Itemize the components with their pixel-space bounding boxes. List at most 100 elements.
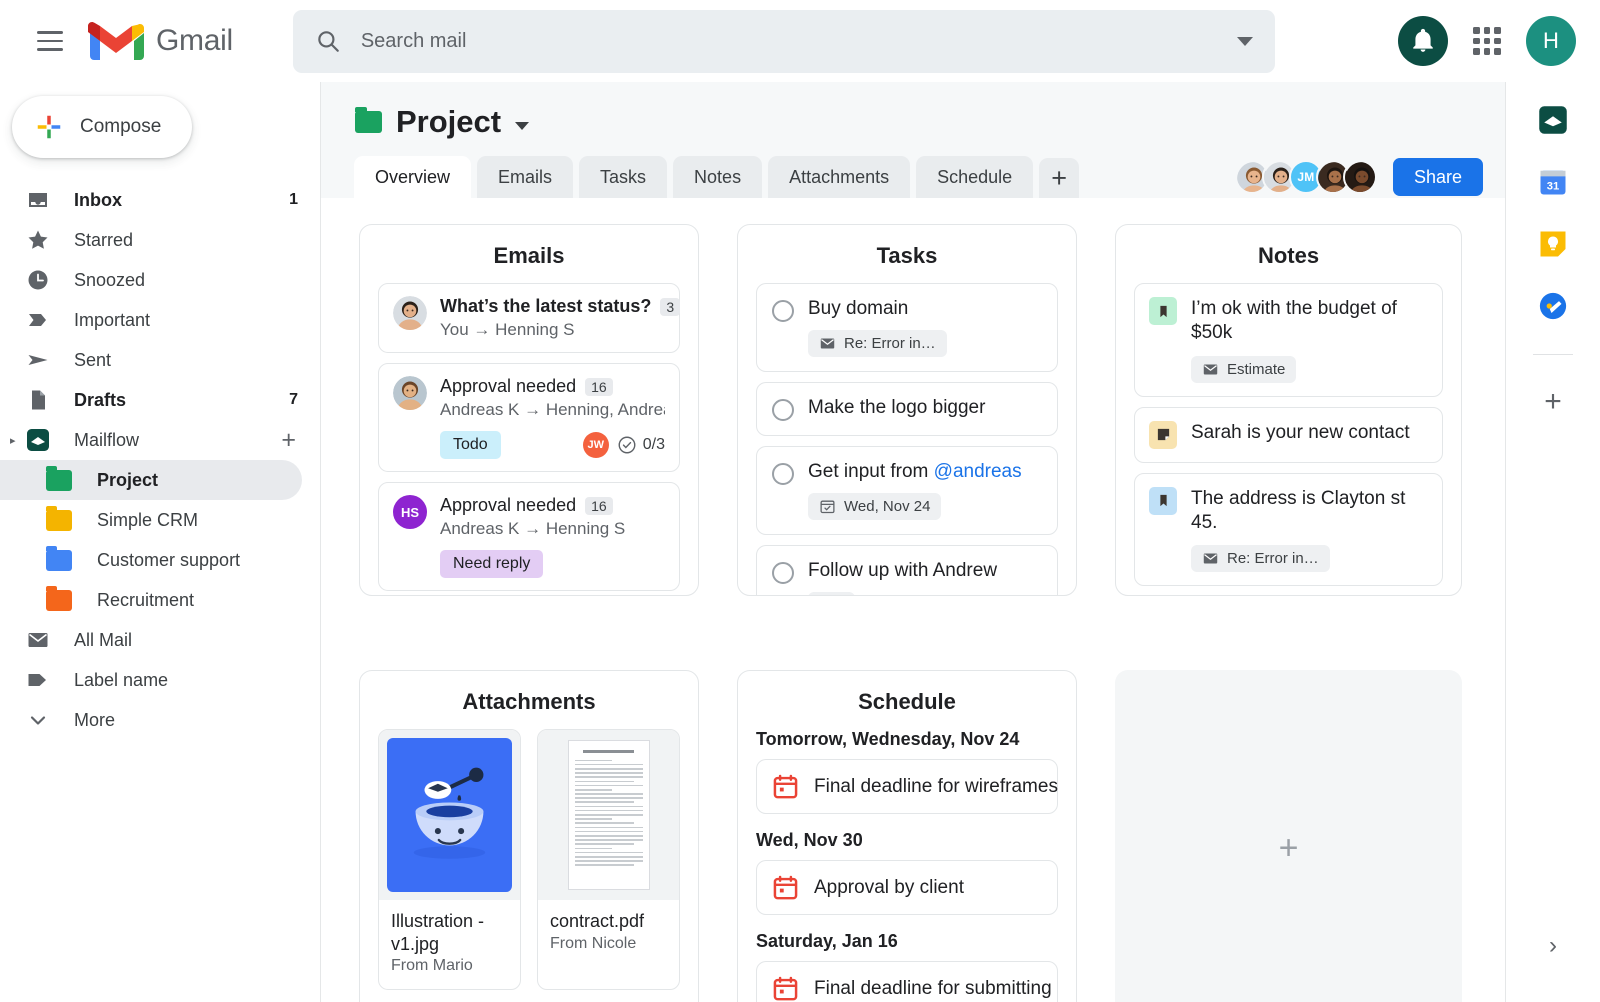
emails-card: Emails What’s the latest status? 3 You → H… [359, 224, 699, 596]
sidebar-item-project[interactable]: Project [0, 460, 302, 500]
sidebar-item-label-name[interactable]: Label name [0, 660, 302, 700]
task-checkbox[interactable] [772, 300, 794, 322]
account-avatar[interactable]: H [1526, 16, 1576, 66]
assignee-avatar[interactable]: JW [582, 432, 609, 458]
sidebar-item-sent[interactable]: Sent [0, 340, 302, 380]
task-chip[interactable] [808, 592, 855, 595]
expand-triangle-icon[interactable]: ▸ [10, 434, 22, 447]
email-list-item[interactable]: Approval needed 16 Andreas K → Henning, An… [378, 363, 680, 472]
tab-schedule[interactable]: Schedule [916, 156, 1034, 198]
add-card-placeholder[interactable]: + [1115, 670, 1462, 1002]
note-body: The address is Clayton st 45. Re: Error i… [1191, 487, 1428, 573]
tasks-card-title: Tasks [876, 243, 938, 268]
compose-button[interactable]: Compose [12, 96, 192, 158]
attachment-card[interactable]: contract.pdf From Nicole [537, 729, 680, 990]
task-checkbox[interactable] [772, 562, 794, 584]
project-chevron-down-icon[interactable] [515, 122, 530, 130]
google-calendar-icon[interactable]: 31 [1537, 166, 1569, 198]
envelope-icon [1203, 553, 1218, 564]
sidebar-item-more[interactable]: More [0, 700, 302, 740]
add-app-button[interactable]: + [1544, 387, 1562, 417]
envelope-icon [820, 338, 835, 349]
sidebar-item-inbox[interactable]: Inbox 1 [0, 180, 302, 220]
task-checkbox[interactable] [772, 463, 794, 485]
sidebar-item-label: Mailflow [74, 429, 140, 450]
doc-text-line [574, 864, 635, 866]
mailflow-app-icon[interactable] [1537, 104, 1569, 136]
task-list-item[interactable]: Get input from @andreas Wed, Nov 24 [756, 446, 1058, 535]
right-side-panel: 31 + › [1505, 82, 1600, 1002]
sidebar-item-mailflow[interactable]: ▸ Mailflow + [0, 420, 302, 460]
apps-grid-icon[interactable] [1470, 24, 1504, 58]
sidebar-item-all-mail[interactable]: All Mail [0, 620, 302, 660]
sidebar-item-drafts[interactable]: Drafts 7 [0, 380, 302, 420]
tab-attachments[interactable]: Attachments [768, 156, 911, 198]
email-list-item[interactable]: What’s the latest status? 3 You → Henning … [378, 283, 681, 353]
sidebar-item-important[interactable]: Important [0, 300, 302, 340]
doc-text-line [574, 826, 643, 829]
attachment-sender: From Mario [391, 957, 473, 974]
tab-overview[interactable]: Overview [354, 156, 472, 198]
task-list-item[interactable]: Follow up with Andrew [756, 545, 1058, 595]
tab-bar: Overview Emails Tasks Notes Attachments Sched… [321, 140, 1505, 198]
google-keep-icon[interactable] [1537, 228, 1569, 260]
doc-text-line [574, 772, 643, 774]
email-list-item[interactable]: HS Approval needed 16 Andreas K → Henning S… [378, 482, 680, 591]
note-chip[interactable]: Re: Error in… [1191, 545, 1330, 573]
gmail-brand[interactable]: Gmail [88, 20, 233, 62]
avatar [393, 296, 427, 330]
task-chip[interactable]: Wed, Nov 24 [808, 493, 942, 520]
notifications-button[interactable] [1398, 16, 1448, 66]
add-folder-button[interactable]: + [281, 427, 302, 453]
sidebar-item-snoozed[interactable]: Snoozed [0, 260, 302, 300]
note-list-item[interactable]: Sarah is your new contact [1134, 406, 1443, 463]
bookmark-icon [1149, 297, 1177, 325]
task-chip[interactable]: Re: Error in… [808, 330, 947, 357]
search-options-chevron-down-icon[interactable] [1236, 36, 1253, 46]
search-area [233, 9, 1372, 73]
email-subject: What’s the latest status? [440, 296, 652, 316]
task-mention[interactable]: @andreas [934, 461, 1022, 482]
attachment-thumbnail [379, 730, 520, 900]
add-tab-button[interactable]: + [1039, 158, 1080, 198]
status-badge[interactable]: Todo [440, 431, 501, 459]
sidebar-item-starred[interactable]: Starred [0, 220, 302, 260]
expand-panel-icon[interactable]: › [1549, 932, 1557, 960]
top-bar-actions: H [1398, 16, 1576, 66]
schedule-event-item[interactable]: Final deadline for wireframes [756, 759, 1058, 814]
sticky-note-icon [1149, 420, 1177, 449]
attachment-card[interactable]: Illustration - v1.jpg From Mario [378, 729, 521, 990]
tab-emails[interactable]: Emails [477, 156, 574, 198]
schedule-event-label: Final deadline for wireframes [814, 775, 1058, 797]
google-tasks-icon[interactable] [1537, 290, 1569, 322]
schedule-event-item[interactable]: Approval by client [756, 860, 1058, 915]
rail-divider [1533, 354, 1573, 355]
avatar[interactable] [1342, 160, 1377, 194]
svg-text:31: 31 [1547, 181, 1560, 193]
calendar-icon [772, 975, 799, 1002]
folder-icon [46, 505, 72, 531]
schedule-event-item[interactable]: Final deadline for submitting [756, 961, 1058, 1002]
status-badge[interactable]: Need reply [440, 550, 544, 578]
share-button[interactable]: Share [1392, 158, 1483, 196]
sidebar-item-simple-crm[interactable]: Simple CRM [0, 500, 302, 540]
task-list-item[interactable]: Make the logo bigger [756, 382, 1058, 436]
search-input[interactable] [360, 29, 1217, 53]
doc-text-line [574, 839, 643, 841]
note-list-item[interactable]: The address is Clayton st 45. Re: Error i… [1134, 472, 1443, 587]
tab-notes[interactable]: Notes [673, 156, 763, 198]
schedule-day-heading: Wed, Nov 30 [756, 830, 863, 850]
sidebar-item-customer-support[interactable]: Customer support [0, 540, 302, 580]
hamburger-menu-icon[interactable] [26, 17, 74, 65]
star-icon [26, 228, 60, 252]
note-chip[interactable]: Estimate [1191, 355, 1297, 383]
email-body: Approval needed 16 Andreas K → Henning S Ne… [440, 495, 665, 578]
note-list-item[interactable]: I’m ok with the budget of $50k Estimate [1134, 283, 1443, 397]
task-checkbox[interactable] [772, 399, 794, 421]
task-list-item[interactable]: Buy domain Re: Error in… [756, 283, 1058, 372]
search-bar[interactable] [292, 9, 1275, 73]
sidebar-item-recruitment[interactable]: Recruitment [0, 580, 302, 620]
envelope-icon [26, 628, 60, 652]
tab-tasks[interactable]: Tasks [579, 156, 668, 198]
calendar-icon [773, 976, 798, 1001]
